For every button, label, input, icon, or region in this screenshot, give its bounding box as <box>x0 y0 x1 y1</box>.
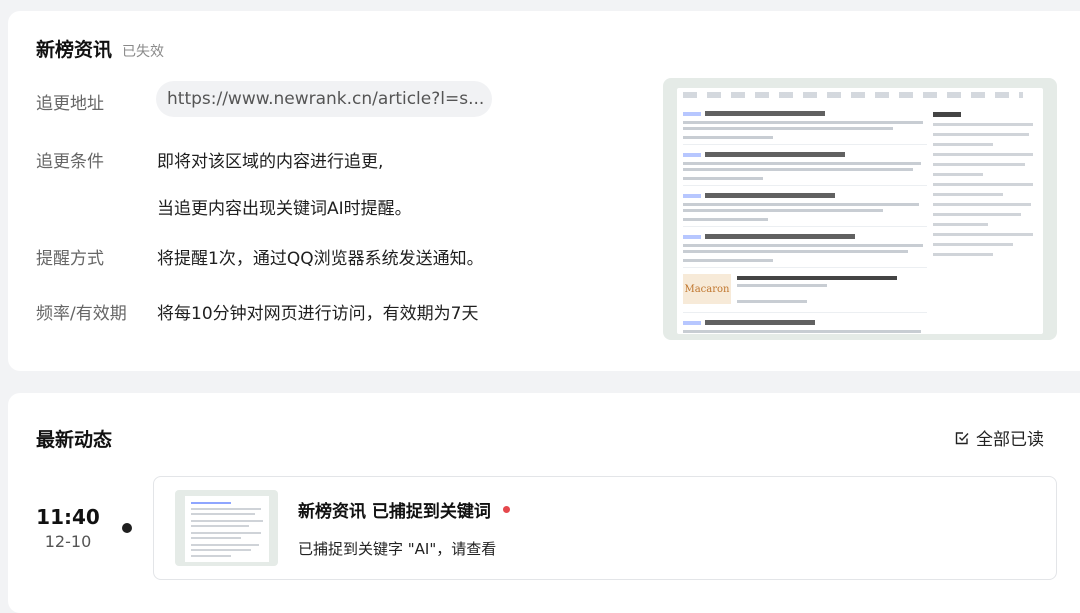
activity-section-title: 最新动态 <box>36 429 113 451</box>
event-thumbnail <box>175 490 278 566</box>
mark-all-read-label: 全部已读 <box>976 430 1044 450</box>
condition-label: 追更条件 <box>36 152 104 172</box>
monitor-status-badge: 已失效 <box>122 44 165 60</box>
preview-page: Macaron <box>677 88 1043 334</box>
timeline-dot <box>122 523 132 533</box>
preview-article-list: Macaron <box>683 108 927 340</box>
url-value: https://www.newrank.cn/article?l=s... <box>167 89 485 109</box>
event-title: 新榜资讯 已捕捉到关键词 <box>298 502 491 522</box>
preview-macaron-image: Macaron <box>683 274 731 304</box>
event-title-row: 新榜资讯 已捕捉到关键词 <box>298 497 510 522</box>
event-description: 已捕捉到关键字 "AI"，请查看 <box>298 540 497 558</box>
check-square-icon <box>955 431 969 444</box>
notify-value: 将提醒1次，通过QQ浏览器系统发送通知。 <box>157 249 484 269</box>
event-time: 11:40 <box>36 505 100 529</box>
frequency-value: 将每10分钟对网页进行访问，有效期为7天 <box>157 304 479 324</box>
notify-label: 提醒方式 <box>36 249 104 269</box>
condition-line-2: 当追更内容出现关键词AI时提醒。 <box>157 199 412 219</box>
monitor-detail-card: 新榜资讯 已失效 追更地址 https://www.newrank.cn/art… <box>8 11 1080 371</box>
event-date: 12-10 <box>44 532 92 551</box>
preview-nav-bar <box>683 92 1023 98</box>
condition-line-1: 即将对该区域的内容进行追更, <box>157 152 384 172</box>
event-timestamp: 11:40 12-10 <box>36 505 100 551</box>
preview-article <box>683 149 927 186</box>
preview-sidebar <box>933 112 1037 263</box>
preview-article: Macaron <box>683 272 927 313</box>
preview-article <box>683 190 927 227</box>
preview-article <box>683 231 927 268</box>
preview-article <box>683 317 927 340</box>
page-preview-thumbnail[interactable]: Macaron <box>663 78 1057 340</box>
monitor-title: 新榜资讯 <box>36 39 113 61</box>
url-field[interactable]: https://www.newrank.cn/article?l=s... <box>156 81 492 117</box>
monitor-title-row: 新榜资讯 已失效 <box>36 35 164 62</box>
preview-article <box>683 108 927 145</box>
url-label: 追更地址 <box>36 94 104 114</box>
activity-event-item[interactable]: 新榜资讯 已捕捉到关键词 已捕捉到关键字 "AI"，请查看 <box>153 476 1057 580</box>
activity-card: 最新动态 全部已读 11:40 12-10 新榜资讯 已捕捉到关键词 已捕捉到关… <box>8 393 1080 613</box>
frequency-label: 频率/有效期 <box>36 304 127 324</box>
unread-indicator <box>502 506 510 513</box>
mark-all-read-button[interactable]: 全部已读 <box>954 425 1044 450</box>
